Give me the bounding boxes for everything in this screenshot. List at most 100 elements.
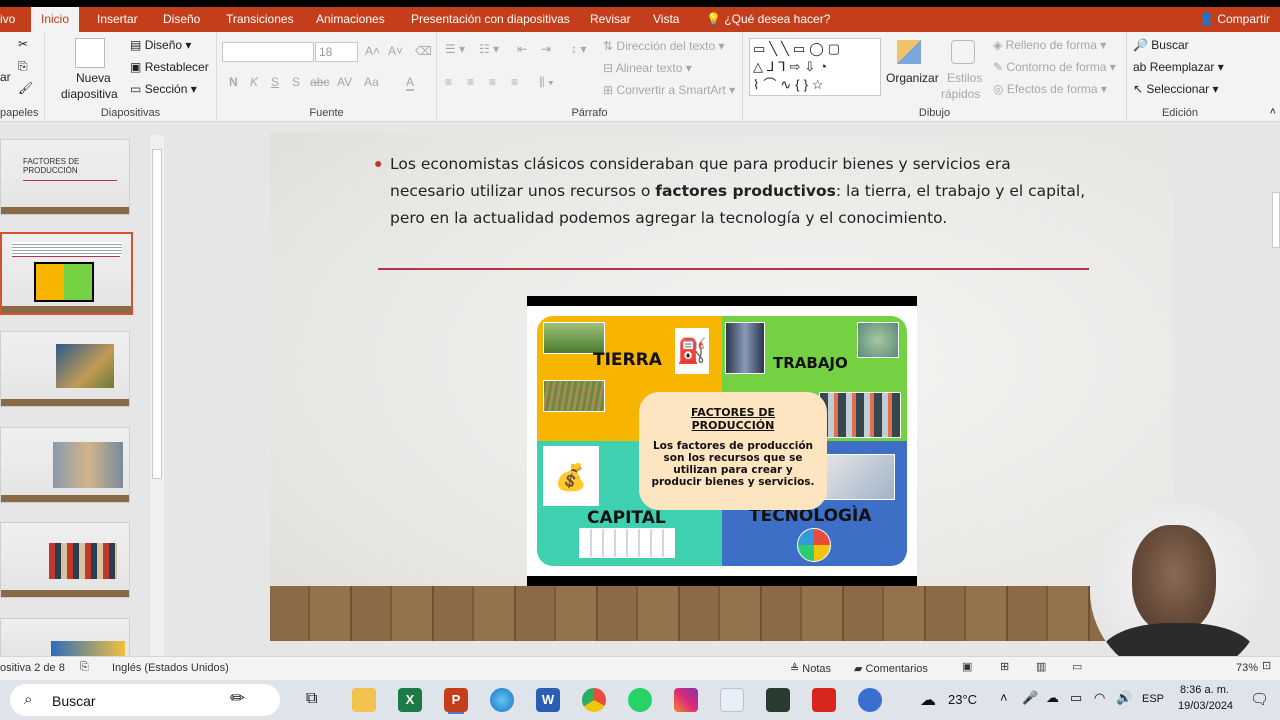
language-label[interactable]: Inglés (Estados Unidos) <box>112 662 229 674</box>
chrome-icon[interactable] <box>582 688 606 712</box>
numbering-icon[interactable]: ☷ ▾ <box>479 42 499 56</box>
quick-styles-icon[interactable] <box>951 40 975 64</box>
thumbnail-5[interactable] <box>0 522 130 598</box>
whatsapp-icon[interactable] <box>628 688 652 712</box>
spellcheck-icon[interactable]: ⎘ <box>80 661 89 674</box>
indent-increase-icon[interactable]: ⇥ <box>541 42 551 56</box>
zoom-level[interactable]: 73% <box>1236 662 1258 674</box>
thumbnail-2-selected[interactable] <box>0 232 133 315</box>
edge-icon[interactable] <box>490 688 514 712</box>
select-button[interactable]: ↖ Seleccionar ▾ <box>1133 82 1218 96</box>
instagram-icon[interactable] <box>674 688 698 712</box>
file-explorer-icon[interactable] <box>352 688 376 712</box>
bold-button[interactable]: N <box>229 75 238 89</box>
case-button[interactable]: Aa <box>364 75 379 89</box>
slide-scrollbar[interactable] <box>1272 122 1280 656</box>
thumbnail-4[interactable] <box>0 427 130 503</box>
word-icon[interactable]: W <box>536 688 560 712</box>
microphone-icon[interactable]: 🎤 <box>1022 690 1038 706</box>
reset-button[interactable]: ▣ Restablecer <box>130 60 209 74</box>
new-slide-label-2[interactable]: diapositiva <box>61 87 118 101</box>
line-spacing-icon[interactable]: ↕ ▾ <box>571 42 586 56</box>
tab-archivo[interactable]: ivo <box>0 7 15 32</box>
align-center-icon[interactable]: ≡ <box>467 75 474 89</box>
thumbnail-scrollbar[interactable] <box>150 135 164 656</box>
slide-body-text[interactable]: Los economistas clásicos consideraban qu… <box>390 151 1090 232</box>
layout-button[interactable]: ▤ Diseño ▾ <box>130 38 191 52</box>
align-right-icon[interactable]: ≡ <box>489 75 496 89</box>
notification-icon[interactable]: 🗨 <box>1250 690 1269 708</box>
italic-button[interactable]: K <box>250 75 258 89</box>
notes-button[interactable]: ≜ Notas <box>790 662 831 675</box>
tab-presentacion[interactable]: Presentación con diapositivas <box>411 7 570 32</box>
clock-time[interactable]: 8:36 a. m. <box>1180 684 1229 696</box>
settings-app-icon[interactable] <box>858 688 882 712</box>
clock-date[interactable]: 19/03/2024 <box>1178 700 1233 712</box>
quick-styles-label-1[interactable]: Estilos <box>947 71 982 85</box>
reading-view-icon[interactable]: ▥ <box>1036 660 1046 673</box>
section-button[interactable]: ▭ Sección ▾ <box>130 82 197 96</box>
normal-view-icon[interactable]: ▣ <box>962 660 972 673</box>
thumbnail-6[interactable] <box>0 618 130 658</box>
task-view-icon[interactable]: ⧉ <box>306 690 317 708</box>
strike-button[interactable]: abc <box>310 75 329 89</box>
text-direction-button[interactable]: ⇅ Dirección del texto ▾ <box>603 39 724 53</box>
arrange-label[interactable]: Organizar <box>886 71 939 85</box>
tab-inicio[interactable]: Inicio <box>31 7 80 32</box>
font-color-button[interactable]: A <box>406 75 415 91</box>
find-button[interactable]: 🔎 Buscar <box>1133 38 1189 52</box>
tell-me-search[interactable]: 💡 ¿Qué desea hacer? <box>706 7 830 32</box>
network-icon[interactable]: ☁ <box>1046 690 1059 706</box>
battery-icon[interactable]: ▭ <box>1070 690 1082 706</box>
slide-canvas[interactable]: ● Los economistas clásicos consideraban … <box>270 133 1173 641</box>
underline-button[interactable]: S <box>271 75 279 89</box>
indent-decrease-icon[interactable]: ⇤ <box>517 42 527 56</box>
arrange-icon[interactable] <box>897 40 921 64</box>
tab-vista[interactable]: Vista <box>653 7 679 32</box>
copy-icon[interactable]: ⎘ <box>18 59 28 74</box>
chevron-up-icon[interactable]: ˄ <box>1000 690 1008 705</box>
columns-icon[interactable]: ⫼ ▾ <box>539 75 554 90</box>
shape-fill-button[interactable]: ◈ Relleno de forma ▾ <box>993 38 1106 52</box>
bullets-icon[interactable]: ☰ ▾ <box>445 42 465 56</box>
weather-temp[interactable]: 23°C <box>948 692 977 707</box>
shadow-button[interactable]: S <box>292 75 300 89</box>
fit-slide-icon[interactable]: ⊡ <box>1262 659 1271 672</box>
shapes-gallery[interactable]: ▭╲╲▭◯▢ △⅃⅂⇨⇩◔ ⌇⌒∿{}☆ <box>749 38 881 96</box>
new-slide-label-1[interactable]: Nueva <box>76 71 111 85</box>
spacing-button[interactable]: AV <box>337 75 352 89</box>
taskbar-search-box[interactable]: ⌕ Buscar ✏ <box>10 684 280 716</box>
tab-revisar[interactable]: Revisar <box>590 7 631 32</box>
wifi-icon[interactable]: ◠ <box>1094 690 1105 706</box>
font-size-input[interactable]: 18 <box>315 42 358 62</box>
powerpoint-icon[interactable]: P <box>444 688 468 712</box>
thumbnail-3[interactable] <box>0 331 130 407</box>
thumbnail-scroll-thumb[interactable] <box>152 149 162 479</box>
format-painter-icon[interactable]: 🖌 <box>18 81 33 95</box>
acrobat-icon[interactable] <box>812 688 836 712</box>
excel-icon[interactable]: X <box>398 688 422 712</box>
grow-font-icon[interactable]: A˄ <box>365 44 380 58</box>
shrink-font-icon[interactable]: A˅ <box>388 44 403 58</box>
align-left-icon[interactable]: ≡ <box>445 75 452 89</box>
comments-button[interactable]: ▰ Comentarios <box>854 662 928 675</box>
input-language[interactable]: ESP <box>1142 693 1164 705</box>
paste-button-label[interactable]: ar <box>0 70 11 84</box>
tab-diseno[interactable]: Diseño <box>163 7 200 32</box>
font-name-input[interactable] <box>222 42 314 62</box>
tab-animaciones[interactable]: Animaciones <box>316 7 385 32</box>
tab-transiciones[interactable]: Transiciones <box>226 7 294 32</box>
new-slide-icon[interactable] <box>75 38 105 68</box>
collapse-ribbon-icon[interactable]: ˄ <box>1270 106 1276 118</box>
clear-format-icon[interactable]: ⌫ <box>415 44 432 58</box>
align-text-button[interactable]: ⊟ Alinear texto ▾ <box>603 61 692 75</box>
thumbnail-1[interactable]: FACTORES DE PRODUCCIÓN <box>0 139 130 215</box>
factors-infographic[interactable]: ⛽ 💰 TIERRA TRABAJO CAPITAL TECNOLOGÌA FA… <box>527 296 917 586</box>
slide-scroll-thumb[interactable] <box>1272 192 1280 248</box>
replace-button[interactable]: ab Reemplazar ▾ <box>1133 60 1224 74</box>
volume-icon[interactable]: 🔊 <box>1116 690 1132 706</box>
shape-effects-button[interactable]: ◎ Efectos de forma ▾ <box>993 82 1107 96</box>
paint-icon[interactable] <box>720 688 744 712</box>
quick-styles-label-2[interactable]: rápidos <box>941 87 980 101</box>
cut-icon[interactable]: ✂ <box>18 37 28 51</box>
